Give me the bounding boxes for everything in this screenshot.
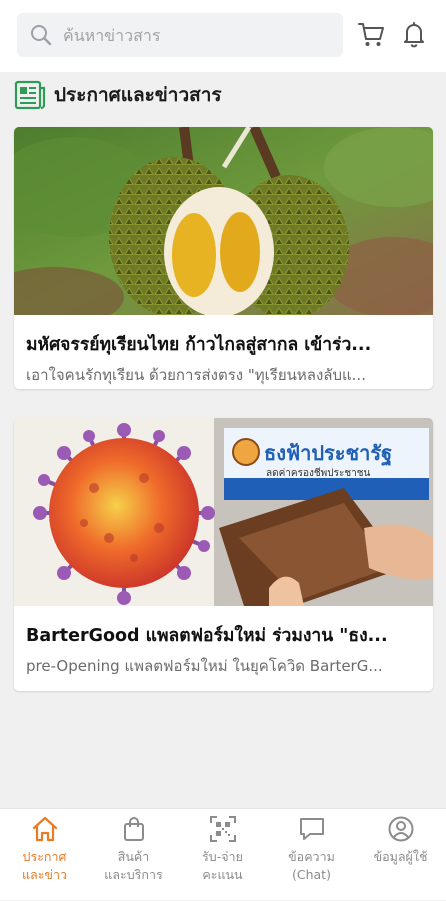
tab-products[interactable]: สินค้าและบริการ — [89, 809, 178, 901]
search-bar[interactable] — [17, 13, 343, 57]
tab-label-line1: รับ-จ่าย — [202, 849, 243, 864]
newspaper-icon — [14, 80, 46, 110]
tab-label-line2: และบริการ — [104, 867, 163, 882]
news-card[interactable]: ธงฟ้าประชารัฐ ลดค่าครองชีพประชาชน Barter… — [14, 418, 433, 691]
search-icon — [31, 25, 52, 46]
tab-chat[interactable]: ข้อความ (Chat) — [267, 809, 356, 901]
section-header: ประกาศและข่าวสาร — [14, 78, 222, 112]
tab-label-line2: (Chat) — [292, 867, 331, 882]
search-input[interactable] — [61, 24, 325, 46]
news-card[interactable]: มหัศจรรย์ทุเรียนไทย ก้าวไกลสู่สากล เข้าร… — [14, 127, 433, 389]
tab-news[interactable]: ประกาศและข่าว — [0, 809, 89, 901]
tab-label-line1: ประกาศ — [22, 849, 67, 864]
news-description: pre-Opening แพลตฟอร์มใหม่ ในยุคโควิด Bar… — [26, 657, 383, 675]
news-description: เอาใจคนรักทุเรียน ด้วยการส่งตรง "ทุเรียน… — [26, 366, 366, 384]
bell-icon[interactable] — [398, 18, 430, 50]
shopping-bag-icon — [123, 817, 144, 841]
cart-icon[interactable] — [355, 18, 387, 50]
virus-wallet-photo: ธงฟ้าประชารัฐ ลดค่าครองชีพประชาชน — [14, 418, 433, 606]
banner-title: ธงฟ้าประชารัฐ — [264, 441, 392, 467]
section-title: ประกาศและข่าวสาร — [54, 84, 222, 106]
tab-profile[interactable]: ข้อมูลผู้ใช้ — [356, 809, 445, 901]
durian-photo — [14, 127, 433, 315]
top-header — [0, 0, 446, 72]
tab-label-line1: ข้อความ — [288, 849, 335, 864]
tab-label-line2: และข่าว — [21, 867, 67, 882]
tab-label-line1: ข้อมูลผู้ใช้ — [373, 849, 428, 864]
user-icon — [388, 816, 413, 842]
qr-code-icon — [209, 816, 236, 842]
news-title: BarterGood แพลตฟอร์มใหม่ ร่วมงาน "ธง... — [26, 626, 388, 646]
bottom-tab-bar: ประกาศ และข่าว สินค้า และบริการ รับ-จ่าย… — [0, 808, 446, 900]
banner-subtitle: ลดค่าครองชีพประชาชน — [266, 467, 371, 479]
tab-label-line2: คะแนน — [202, 867, 243, 882]
news-title: มหัศจรรย์ทุเรียนไทย ก้าวไกลสู่สากล เข้าร… — [26, 335, 372, 355]
home-icon — [32, 816, 57, 842]
tab-label-line1: สินค้า — [117, 849, 150, 864]
chat-icon — [299, 818, 324, 840]
tab-points[interactable]: รับ-จ่ายคะแนน — [178, 809, 267, 901]
